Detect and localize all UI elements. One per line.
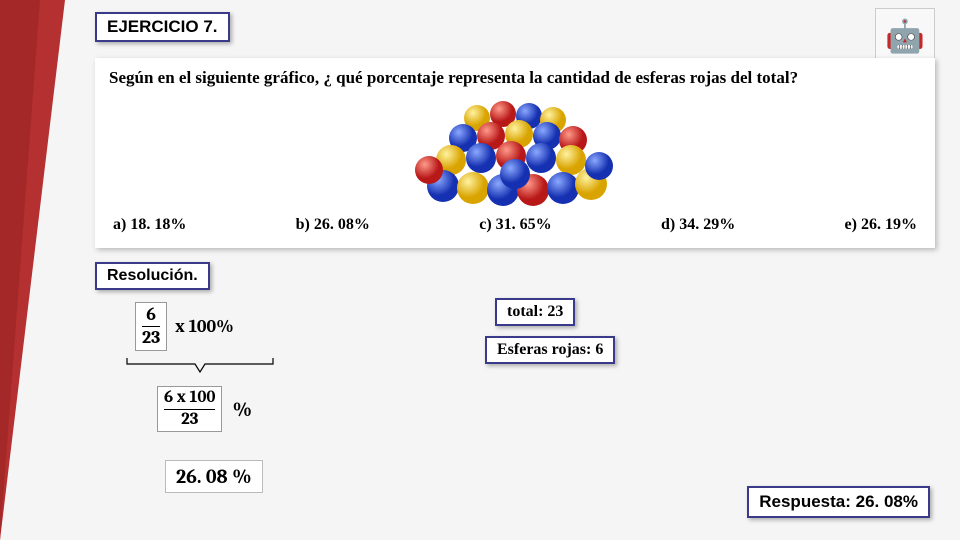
fraction-box-1: 6 23: [135, 302, 167, 351]
decorative-stripe: [0, 0, 40, 540]
answer-box: Respuesta: 26. 08%: [747, 486, 930, 518]
fraction2-numerator: 6 x 100: [164, 389, 215, 408]
question-text: Según en el siguiente gráfico, ¿ qué por…: [109, 68, 921, 88]
fraction2-denominator: 23: [181, 411, 198, 430]
options-row: a) 18. 18% b) 26. 08% c) 31. 65% d) 34. …: [109, 216, 921, 234]
percent-symbol: %: [232, 398, 252, 421]
slide-content: EJERCICIO 7. Según en el siguiente gráfi…: [95, 12, 940, 522]
step-1-fraction: 6 23 x 100%: [135, 302, 234, 351]
times-100-text: x 100%: [175, 316, 233, 337]
total-count-box: total: 23: [495, 298, 575, 326]
option-e: e) 26. 19%: [845, 216, 917, 234]
bracket-icon: [125, 356, 275, 376]
resolution-label: Resolución.: [95, 262, 210, 290]
option-b: b) 26. 08%: [296, 216, 370, 234]
fraction1-numerator: 6: [146, 305, 156, 325]
exercise-title: EJERCICIO 7.: [95, 12, 230, 42]
option-c: c) 31. 65%: [479, 216, 551, 234]
option-d: d) 34. 29%: [661, 216, 735, 234]
question-card: Según en el siguiente gráfico, ¿ qué por…: [95, 58, 935, 248]
option-a: a) 18. 18%: [113, 216, 186, 234]
spheres-graphic: [415, 96, 615, 206]
result-value: 26. 08 %: [165, 460, 263, 493]
step-2-fraction: 6 x 100 23 %: [157, 386, 252, 432]
fraction1-denominator: 23: [142, 328, 160, 348]
red-spheres-box: Esferas rojas: 6: [485, 336, 615, 364]
fraction-box-2: 6 x 100 23: [157, 386, 222, 432]
